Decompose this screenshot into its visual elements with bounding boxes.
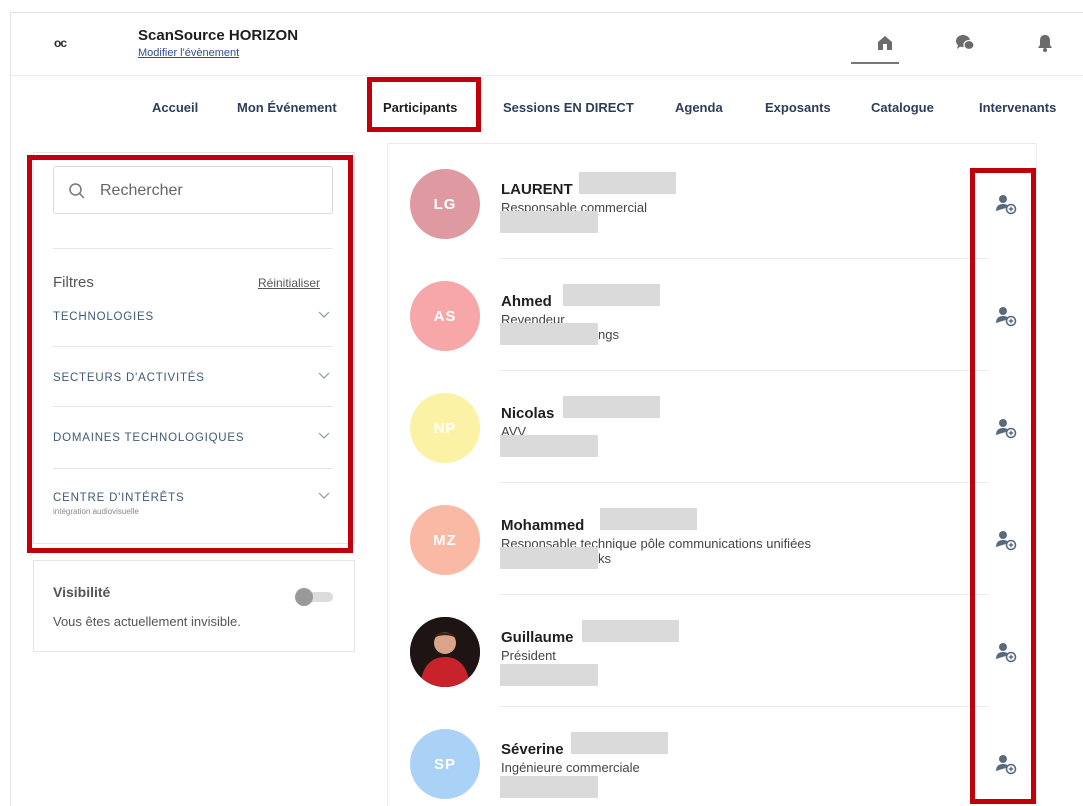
- redacted-surname: [563, 284, 660, 306]
- visibility-card: [33, 560, 355, 652]
- redacted-company: [500, 776, 598, 798]
- avatar: [410, 617, 480, 687]
- participant-row[interactable]: NP Nicolas AVV: [388, 371, 1036, 483]
- visibility-title: Visibilité: [53, 584, 111, 600]
- participant-row[interactable]: LG LAURENT Responsable commercial: [388, 147, 1036, 259]
- participant-name: Nicolas: [501, 405, 555, 422]
- redacted-surname: [571, 732, 668, 754]
- tab-sessions-en-direct[interactable]: Sessions EN DIRECT: [503, 100, 634, 115]
- participant-row[interactable]: AS Ahmed Revendeur ngs: [388, 259, 1036, 371]
- participant-company-fragment: ks: [598, 551, 611, 566]
- participant-row[interactable]: SP Séverine Ingénieure commerciale: [388, 707, 1036, 806]
- visibility-status: Vous êtes actuellement invisible.: [53, 614, 241, 629]
- home-active-indicator: [851, 62, 899, 64]
- bell-icon[interactable]: [1034, 32, 1056, 54]
- participant-job: Président: [501, 648, 556, 663]
- participant-row[interactable]: Guillaume Président: [388, 595, 1036, 707]
- app-logo: oc: [54, 36, 67, 50]
- participant-name: Mohammed: [501, 517, 585, 534]
- redacted-company: [500, 211, 598, 233]
- toggle-knob: [295, 588, 313, 606]
- participant-row[interactable]: MZ Mohammed Responsable technique pôle c…: [388, 483, 1036, 595]
- tab-exposants[interactable]: Exposants: [765, 100, 831, 115]
- redacted-company: [500, 323, 598, 345]
- redacted-surname: [582, 620, 679, 642]
- redacted-surname: [563, 396, 660, 418]
- participant-name: Séverine: [501, 741, 564, 758]
- highlight-filter-panel: [27, 155, 353, 553]
- tab-agenda[interactable]: Agenda: [675, 100, 723, 115]
- redacted-surname: [600, 508, 697, 530]
- avatar: AS: [410, 281, 480, 351]
- avatar: LG: [410, 169, 480, 239]
- tab-mon-evenement[interactable]: Mon Événement: [237, 100, 337, 115]
- edit-event-link[interactable]: Modifier l'évènement: [138, 47, 239, 59]
- participant-name: LAURENT: [501, 181, 573, 198]
- tab-intervenants[interactable]: Intervenants: [979, 100, 1056, 115]
- participant-company-fragment: ngs: [598, 327, 619, 342]
- chat-bubbles-icon[interactable]: [954, 32, 976, 54]
- app-header: oc ScanSource HORIZON Modifier l'évèneme…: [10, 12, 1083, 76]
- visibility-toggle[interactable]: [295, 588, 333, 606]
- tab-catalogue[interactable]: Catalogue: [871, 100, 934, 115]
- participant-name: Ahmed: [501, 293, 552, 310]
- home-icon[interactable]: [874, 32, 896, 54]
- tab-accueil[interactable]: Accueil: [152, 100, 198, 115]
- event-title: ScanSource HORIZON: [138, 27, 299, 44]
- main-nav: Accueil Mon Événement Participants Sessi…: [0, 100, 1083, 120]
- participant-name: Guillaume: [501, 629, 574, 646]
- highlight-participants-tab: [367, 77, 481, 132]
- avatar: MZ: [410, 505, 480, 575]
- highlight-add-contact-column: [970, 168, 1036, 804]
- redacted-surname: [579, 172, 676, 194]
- avatar: NP: [410, 393, 480, 463]
- participant-job: Ingénieure commerciale: [501, 760, 640, 775]
- profile-photo: [410, 617, 480, 687]
- redacted-company: [500, 435, 598, 457]
- avatar: SP: [410, 729, 480, 799]
- redacted-company: [500, 547, 598, 569]
- redacted-company: [500, 664, 598, 686]
